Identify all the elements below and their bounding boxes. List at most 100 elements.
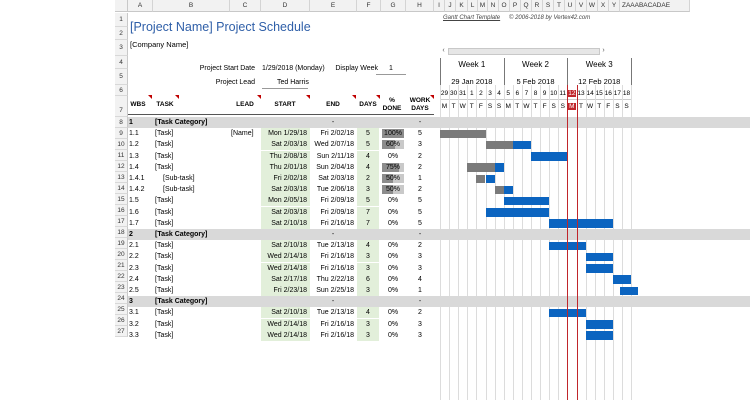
end-cell[interactable]: Fri 2/16/18 xyxy=(310,251,354,262)
column-header[interactable]: O xyxy=(499,0,510,12)
column-header[interactable]: Q xyxy=(521,0,532,12)
row-header[interactable]: 11 xyxy=(115,150,128,161)
column-header[interactable]: R xyxy=(532,0,543,12)
wbs-cell[interactable]: 1.2 xyxy=(129,139,139,150)
start-cell[interactable]: Sat 2/03/18 xyxy=(261,139,307,150)
wbs-cell[interactable]: 2.3 xyxy=(129,263,139,274)
percent-done-cell[interactable]: 60% xyxy=(381,139,405,150)
row-header[interactable]: 18 xyxy=(115,227,128,238)
row-header[interactable]: 5 xyxy=(115,69,128,85)
select-all-corner[interactable] xyxy=(115,0,128,12)
percent-done-cell[interactable]: 0% xyxy=(381,263,405,274)
row-header[interactable]: 19 xyxy=(115,238,128,249)
task-name[interactable]: [Task] xyxy=(155,285,173,296)
days-cell[interactable]: 7 xyxy=(357,207,379,218)
row-header[interactable]: 26 xyxy=(115,315,128,326)
task-name[interactable]: [Task] xyxy=(155,263,173,274)
end-cell[interactable]: Tue 2/13/18 xyxy=(310,240,354,251)
percent-done-cell[interactable]: 0% xyxy=(381,218,405,229)
row-header[interactable]: 2 xyxy=(115,27,128,40)
task-name[interactable]: [Task] xyxy=(155,240,173,251)
percent-done-cell[interactable]: 100% xyxy=(381,128,405,139)
task-name[interactable]: [Task] xyxy=(155,139,173,150)
start-cell[interactable]: Wed 2/14/18 xyxy=(261,319,307,330)
wbs-cell[interactable]: 1.4 xyxy=(129,162,139,173)
percent-done-cell[interactable]: 0% xyxy=(381,274,405,285)
column-header[interactable]: I xyxy=(434,0,445,12)
scroll-left-icon[interactable]: ‹ xyxy=(440,47,447,54)
wbs-cell[interactable]: 2.4 xyxy=(129,274,139,285)
task-name[interactable]: [Sub-task] xyxy=(163,173,195,184)
wbs-cell[interactable]: 1.5 xyxy=(129,195,139,206)
wbs-cell[interactable]: 1.6 xyxy=(129,207,139,218)
column-header[interactable]: X xyxy=(598,0,609,12)
end-cell[interactable]: Sat 2/03/18 xyxy=(310,173,354,184)
days-cell[interactable]: 2 xyxy=(357,173,379,184)
row-header[interactable]: 12 xyxy=(115,161,128,172)
column-header[interactable]: A xyxy=(128,0,153,12)
days-cell[interactable]: 4 xyxy=(357,240,379,251)
percent-done-cell[interactable]: 0% xyxy=(381,319,405,330)
row-header[interactable]: 8 xyxy=(115,117,128,128)
display-week-value[interactable]: 1 xyxy=(389,65,393,72)
end-cell[interactable]: Fri 2/09/18 xyxy=(310,195,354,206)
task-name[interactable]: [Task] xyxy=(155,207,173,218)
days-cell[interactable]: 3 xyxy=(357,285,379,296)
column-header[interactable]: C xyxy=(230,0,261,12)
end-cell[interactable]: Fri 2/16/18 xyxy=(310,263,354,274)
task-name[interactable]: [Task] xyxy=(155,330,173,341)
start-cell[interactable]: Sat 2/10/18 xyxy=(261,240,307,251)
percent-done-cell[interactable]: 0% xyxy=(381,307,405,318)
task-name[interactable]: [Task] xyxy=(155,151,173,162)
column-header[interactable]: D xyxy=(261,0,310,12)
days-cell[interactable]: 4 xyxy=(357,162,379,173)
task-name[interactable]: [Task] xyxy=(155,251,173,262)
start-cell[interactable]: Thu 2/08/18 xyxy=(261,151,307,162)
column-header[interactable]: V xyxy=(576,0,587,12)
wbs-cell[interactable]: 1.4.2 xyxy=(129,184,145,195)
days-cell[interactable]: 5 xyxy=(357,139,379,150)
percent-done-cell[interactable]: 0% xyxy=(381,151,405,162)
column-header-tail[interactable]: ZAAABACADAE xyxy=(620,0,690,12)
end-cell[interactable]: Tue 2/06/18 xyxy=(310,184,354,195)
start-cell[interactable]: Sat 2/10/18 xyxy=(261,307,307,318)
end-cell[interactable]: Fri 2/16/18 xyxy=(310,218,354,229)
wbs-cell[interactable]: 3.3 xyxy=(129,330,139,341)
column-header[interactable]: E xyxy=(310,0,357,12)
row-header[interactable]: 27 xyxy=(115,326,128,337)
row-header[interactable]: 20 xyxy=(115,249,128,260)
column-header[interactable]: W xyxy=(587,0,598,12)
wbs-cell[interactable]: 1 xyxy=(129,117,133,128)
row-header[interactable]: 3 xyxy=(115,40,128,56)
days-cell[interactable]: 4 xyxy=(357,307,379,318)
wbs-cell[interactable]: 2.2 xyxy=(129,251,139,262)
task-name[interactable]: [Task] xyxy=(155,218,173,229)
days-cell[interactable]: 5 xyxy=(357,128,379,139)
end-cell[interactable]: Wed 2/07/18 xyxy=(310,139,354,150)
end-cell[interactable]: Fri 2/09/18 xyxy=(310,207,354,218)
column-header[interactable]: U xyxy=(565,0,576,12)
days-cell[interactable]: 3 xyxy=(357,251,379,262)
days-cell[interactable]: 6 xyxy=(357,274,379,285)
template-link[interactable]: Gantt Chart Template xyxy=(443,15,500,21)
wbs-cell[interactable]: 1.1 xyxy=(129,128,139,139)
row-header[interactable]: 25 xyxy=(115,304,128,315)
percent-done-cell[interactable]: 0% xyxy=(381,195,405,206)
wbs-cell[interactable]: 2.1 xyxy=(129,240,139,251)
task-name[interactable]: [Task] xyxy=(155,274,173,285)
row-header[interactable]: 23 xyxy=(115,282,128,293)
row-header[interactable]: 9 xyxy=(115,128,128,139)
wbs-cell[interactable]: 1.3 xyxy=(129,151,139,162)
column-header[interactable]: J xyxy=(445,0,456,12)
column-header[interactable]: P xyxy=(510,0,521,12)
row-header[interactable]: 24 xyxy=(115,293,128,304)
row-header[interactable]: 16 xyxy=(115,205,128,216)
company-name[interactable]: [Company Name] xyxy=(130,40,188,49)
column-header[interactable]: L xyxy=(468,0,478,12)
start-cell[interactable]: Sat 2/10/18 xyxy=(261,218,307,229)
days-cell[interactable]: 5 xyxy=(357,195,379,206)
column-header[interactable]: B xyxy=(153,0,230,12)
start-cell[interactable]: Wed 2/14/18 xyxy=(261,251,307,262)
column-header[interactable]: G xyxy=(381,0,406,12)
column-header[interactable]: N xyxy=(488,0,499,12)
